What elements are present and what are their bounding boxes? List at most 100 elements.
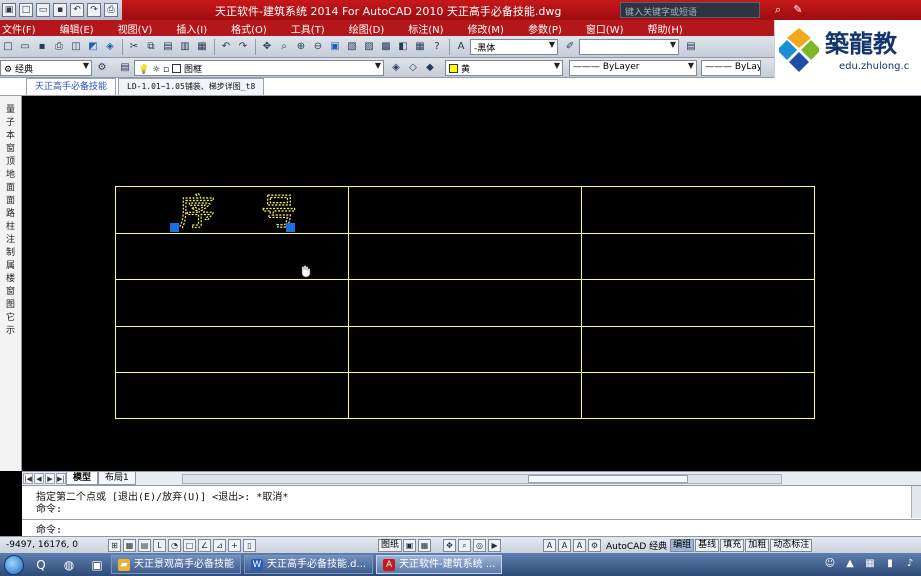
steering-wheel-icon[interactable]: ◎ xyxy=(473,538,487,552)
print-icon[interactable]: ⎙ xyxy=(104,3,118,17)
dynamic-ucs-icon[interactable]: ⊿ xyxy=(213,538,226,552)
3d-icon[interactable]: ◈ xyxy=(102,39,118,55)
workspace-settings-icon[interactable]: ⚙ xyxy=(94,60,110,76)
polar-tracking-icon[interactable]: ◔ xyxy=(168,538,181,552)
open-icon[interactable]: ▭ xyxy=(36,3,50,17)
dim-style-select[interactable]: ▼ xyxy=(579,38,679,55)
calculator-icon[interactable]: ▦ xyxy=(412,39,428,55)
pan-icon[interactable]: ✥ xyxy=(259,39,275,55)
new-icon[interactable]: □ xyxy=(19,3,33,17)
menu-view[interactable]: 视图(V) xyxy=(106,21,165,36)
palette-item[interactable]: 窗 xyxy=(0,286,21,299)
menu-tools[interactable]: 工具(T) xyxy=(279,21,337,36)
taskbar-item-word[interactable]: W 天正高手必备技能.d... xyxy=(244,555,374,574)
help-icon[interactable]: ? xyxy=(429,39,445,55)
explorer-icon[interactable]: ▣ xyxy=(86,556,108,574)
group-toggle[interactable]: 编组 xyxy=(670,538,695,552)
snap-mode-icon[interactable]: ▦ xyxy=(123,538,136,552)
cut-icon[interactable]: ✂ xyxy=(126,39,142,55)
lineweight-icon[interactable]: ▯ xyxy=(243,538,256,552)
ime-icon[interactable]: ▦ xyxy=(863,557,877,571)
grip-handle-right[interactable] xyxy=(286,223,295,232)
print-file-icon[interactable]: ⎙ xyxy=(51,39,67,55)
palette-item[interactable]: 注 xyxy=(0,234,21,247)
menu-window[interactable]: 窗口(W) xyxy=(574,21,636,36)
paper-model-toggle[interactable]: 图纸 xyxy=(378,538,403,552)
menu-edit[interactable]: 编辑(E) xyxy=(48,21,106,36)
text-style-icon[interactable]: A xyxy=(453,39,469,55)
publish-icon[interactable]: ◩ xyxy=(85,39,101,55)
palette-item[interactable]: 它 xyxy=(0,312,21,325)
paste-icon[interactable]: ▤ xyxy=(160,39,176,55)
match-properties-icon[interactable]: ▥ xyxy=(177,39,193,55)
workspace-status-label[interactable]: AutoCAD 经典 xyxy=(603,539,670,552)
block-icon[interactable]: ▦ xyxy=(194,39,210,55)
menu-file[interactable]: 文件(F) xyxy=(0,21,48,36)
palette-item[interactable]: 面 xyxy=(0,195,21,208)
save-icon[interactable]: ▪ xyxy=(53,3,67,17)
last-tab-icon[interactable]: ▶| xyxy=(56,473,66,484)
layer-select[interactable]: 💡 ☼ ▫ 图框 ▼ xyxy=(134,59,384,76)
copy-icon[interactable]: ⧉ xyxy=(143,39,159,55)
menu-icon[interactable]: ▣ xyxy=(2,3,16,17)
infer-constraints-icon[interactable]: ⊞ xyxy=(108,538,121,552)
tab-layout1[interactable]: 布局1 xyxy=(98,472,136,485)
user-icon[interactable]: ☺ xyxy=(823,557,837,571)
taskbar-item-folder[interactable]: ▰ 天正景观高手必备技能 xyxy=(111,555,241,574)
palette-item[interactable]: 柱 xyxy=(0,221,21,234)
first-tab-icon[interactable]: |◀ xyxy=(23,473,33,484)
properties-icon[interactable]: ▣ xyxy=(327,39,343,55)
undo-icon[interactable]: ↶ xyxy=(218,39,234,55)
workspace-switch-icon[interactable]: ⚙ xyxy=(588,538,602,552)
sheet-set-icon[interactable]: ▩ xyxy=(378,39,394,55)
zoom-realtime-icon[interactable]: ⌕ xyxy=(276,39,292,55)
redo-icon[interactable]: ↷ xyxy=(235,39,251,55)
fill-toggle[interactable]: 填充 xyxy=(720,538,745,552)
preview-icon[interactable]: ◫ xyxy=(68,39,84,55)
linetype-select[interactable]: ——— ByLayer ▼ xyxy=(569,59,697,76)
command-scrollbar[interactable] xyxy=(911,486,921,518)
menu-dimension[interactable]: 标注(N) xyxy=(396,21,455,36)
make-current-icon[interactable]: ◆ xyxy=(422,60,438,76)
zoom-window-icon[interactable]: ⊕ xyxy=(293,39,309,55)
browser-icon[interactable]: ◍ xyxy=(58,556,80,574)
palette-item[interactable]: 路 xyxy=(0,208,21,221)
zoom-previous-icon[interactable]: ⊖ xyxy=(310,39,326,55)
text-style-select[interactable]: -黑体 ▼ xyxy=(470,38,558,55)
palette-item[interactable]: 量 xyxy=(0,104,21,117)
quick-view-drawings-icon[interactable]: ▦ xyxy=(418,538,432,552)
chevron-up-icon[interactable]: ▲ xyxy=(843,557,857,571)
next-tab-icon[interactable]: ▶ xyxy=(45,473,55,484)
palette-item[interactable]: 楼 xyxy=(0,273,21,286)
layer-state-icon[interactable]: ◇ xyxy=(405,60,421,76)
search-input[interactable]: 键入关键字或短语 xyxy=(620,2,760,18)
layer-previous-icon[interactable]: ◈ xyxy=(388,60,404,76)
new-file-icon[interactable]: □ xyxy=(0,39,16,55)
horizontal-scrollbar[interactable] xyxy=(182,474,782,484)
grid-display-icon[interactable]: ▤ xyxy=(138,538,151,552)
palette-item[interactable]: 图 xyxy=(0,299,21,312)
quick-view-layouts-icon[interactable]: ▣ xyxy=(403,538,417,552)
bold-toggle[interactable]: 加粗 xyxy=(745,538,770,552)
palette-item[interactable]: 制 xyxy=(0,247,21,260)
design-center-icon[interactable]: ▧ xyxy=(344,39,360,55)
start-button[interactable] xyxy=(4,554,24,575)
menu-modify[interactable]: 修改(M) xyxy=(456,21,516,36)
tab-tangent-skills[interactable]: 天正高手必备技能 xyxy=(26,78,117,95)
palette-item[interactable]: 属 xyxy=(0,260,21,273)
palette-item[interactable]: 子 xyxy=(0,117,21,130)
palette-item[interactable]: 窗 xyxy=(0,143,21,156)
qq-icon[interactable]: Q xyxy=(30,556,52,574)
prev-tab-icon[interactable]: ◀ xyxy=(34,473,44,484)
search-icon[interactable]: ⌕ xyxy=(770,2,786,18)
markup-icon[interactable]: ◧ xyxy=(395,39,411,55)
tools-icon[interactable]: ✎ xyxy=(790,2,806,18)
dynamic-dim-toggle[interactable]: 动态标注 xyxy=(770,538,813,552)
dynamic-input-icon[interactable]: + xyxy=(228,538,241,552)
annotation-scale-icon[interactable]: A xyxy=(543,538,557,552)
palette-item[interactable]: 地 xyxy=(0,169,21,182)
palette-item[interactable]: 面 xyxy=(0,182,21,195)
palette-item[interactable]: 示 xyxy=(0,325,21,338)
baseline-toggle[interactable]: 基线 xyxy=(695,538,720,552)
layer-manager-icon[interactable]: ▤ xyxy=(117,60,133,76)
